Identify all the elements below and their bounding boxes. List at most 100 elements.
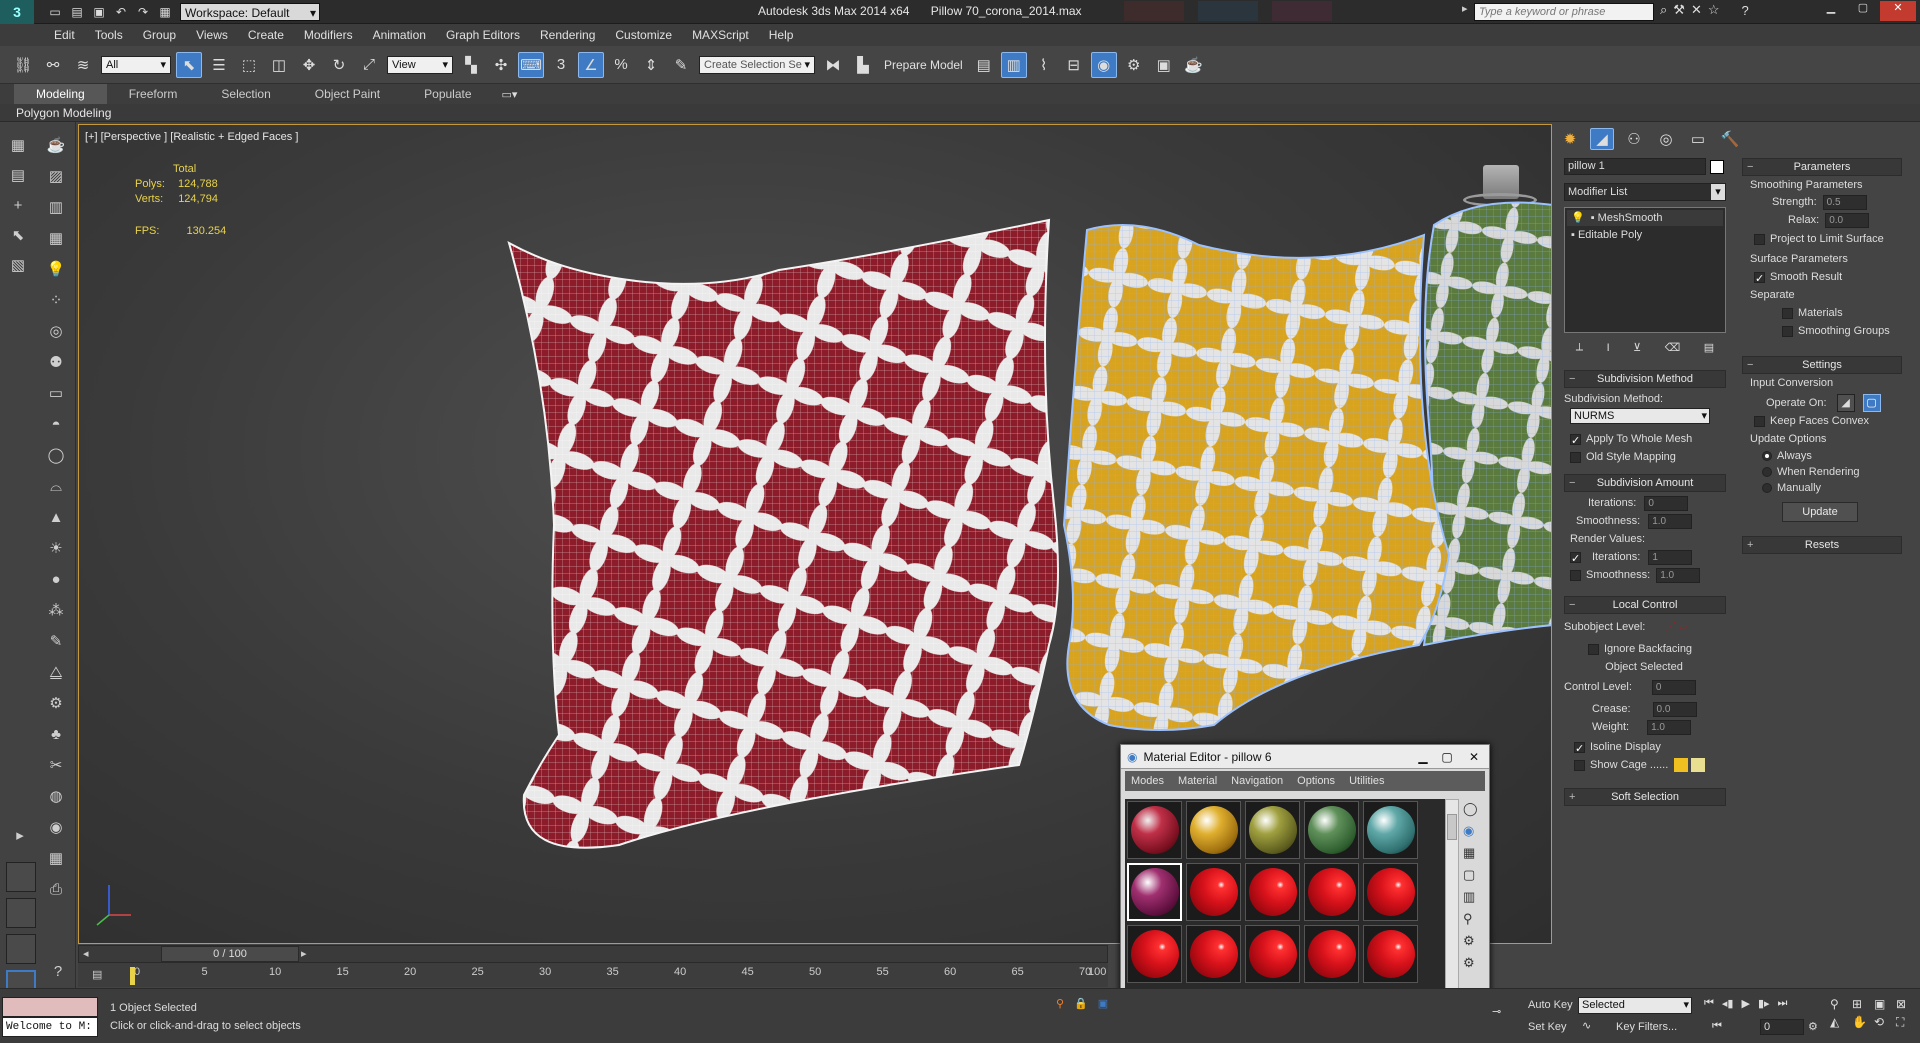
ring-icon[interactable]: ◯ [42, 442, 70, 468]
local-control-rollout[interactable]: − Local Control [1564, 596, 1726, 614]
redo-icon[interactable]: ↷ [134, 3, 152, 21]
viewport-layout-1-icon[interactable] [6, 862, 36, 892]
pin-stack-icon[interactable]: ⟂ [1576, 341, 1583, 354]
absolute-mode-icon[interactable]: ▣ [1098, 997, 1108, 1010]
select-filter-icon[interactable]: ⬉ [4, 222, 32, 248]
plant-icon[interactable]: ♣ [42, 721, 70, 747]
go-to-end-icon[interactable]: ⏭ [1778, 997, 1788, 1010]
time-slider-left-arrow-icon[interactable]: ◂ [83, 947, 89, 960]
select-by-material-icon[interactable]: ⚙ [1463, 955, 1478, 971]
percent-snap-icon[interactable]: % [608, 52, 634, 78]
select-object-icon[interactable]: ⬉ [176, 51, 202, 78]
key-mode-icon[interactable]: ⊸ [1492, 1005, 1501, 1018]
selection-filter-dropdown[interactable]: All ▾ [101, 55, 171, 74]
material-editor-titlebar[interactable]: ◉ Material Editor - pillow 6 ▁ ▢ ✕ [1121, 745, 1489, 769]
me-maximize-icon[interactable]: ▢ [1435, 750, 1459, 764]
field-of-view-icon[interactable]: ◭ [1830, 1015, 1850, 1030]
select-by-name-icon[interactable]: ☰ [206, 52, 232, 78]
print-icon[interactable]: ⎙ [42, 876, 70, 902]
rect-selection-icon[interactable]: ⬚ [236, 52, 262, 78]
box-icon[interactable]: ▭ [42, 380, 70, 406]
lightbulb-icon[interactable]: 💡 [42, 256, 70, 282]
me-close-icon[interactable]: ✕ [1459, 750, 1489, 764]
menu-help[interactable]: Help [759, 24, 804, 46]
render-smoothness-spinner[interactable]: 1.0 [1656, 568, 1701, 583]
cone-icon[interactable]: ▲ [42, 504, 70, 530]
menu-maxscript[interactable]: MAXScript [682, 24, 759, 46]
isoline-display-checkbox[interactable] [1574, 740, 1585, 758]
uv-tiling-icon[interactable]: ▢ [1463, 867, 1478, 883]
me-minimize-icon[interactable]: ▁ [1411, 750, 1435, 764]
time-slider[interactable]: ◂ 0 / 100 ▸ [78, 945, 1108, 963]
sample-slot-default-3[interactable] [1304, 863, 1359, 921]
track-bar[interactable]: ▤ 0 5 10 15 20 25 30 35 40 45 50 55 60 65 70 100 [78, 965, 1108, 987]
make-unique-icon[interactable]: ⊻ [1633, 341, 1641, 354]
utilities-tab-icon[interactable]: 🔨 [1718, 128, 1742, 150]
bind-spacewarp-icon[interactable]: ≋ [70, 52, 96, 78]
control-level-spinner[interactable]: 0 [1651, 680, 1696, 695]
sun-icon[interactable]: ☀ [42, 535, 70, 561]
current-frame-field[interactable]: 0 [1760, 1019, 1804, 1035]
menu-create[interactable]: Create [238, 24, 294, 46]
smoothness-spinner[interactable]: 1.0 [1648, 514, 1693, 529]
strength-spinner[interactable]: 0.5 [1822, 195, 1867, 210]
window-crossing-icon[interactable]: ◫ [266, 52, 292, 78]
menu-edit[interactable]: Edit [44, 24, 85, 46]
pan-icon[interactable]: ✋ [1852, 1015, 1872, 1030]
isolate-icon[interactable]: ⚲ [1056, 997, 1064, 1010]
shell-icon[interactable]: ◍ [42, 783, 70, 809]
schematic-view-icon[interactable]: ⊟ [1061, 52, 1087, 78]
orbit-icon[interactable]: ⟲ [1874, 1015, 1894, 1030]
menu-group[interactable]: Group [133, 24, 186, 46]
cage-color-2-swatch[interactable] [1691, 758, 1706, 773]
gear-icon[interactable]: ⚙ [42, 690, 70, 716]
keyboard-shortcut-icon[interactable]: ⌨ [518, 51, 544, 78]
me-menu-material[interactable]: Material [1172, 772, 1223, 790]
subdivision-method-dropdown[interactable]: NURMS ▾ [1570, 408, 1710, 424]
display-tab-icon[interactable]: ▭ [1686, 128, 1710, 150]
material-editor-icon[interactable]: ◉ [1090, 51, 1117, 78]
move-icon[interactable]: ✥ [296, 52, 322, 78]
tab-selection[interactable]: Selection [199, 84, 292, 104]
render-iterations-checkbox[interactable] [1570, 550, 1581, 568]
subscription-icon[interactable]: ⚒ [1673, 2, 1685, 18]
exchange-icon[interactable]: ✕ [1691, 2, 1702, 18]
menu-rendering[interactable]: Rendering [530, 24, 605, 46]
object-name-field[interactable]: pillow 1 [1564, 158, 1707, 175]
subobject-level-icons[interactable]: ⋰ ▱ [1665, 621, 1688, 633]
tab-modeling[interactable]: Modeling [14, 84, 107, 104]
show-end-result-icon[interactable]: Ι [1607, 342, 1610, 354]
time-slider-right-arrow-icon[interactable]: ▸ [301, 947, 307, 960]
maximize-viewport-icon[interactable]: ⛶ [1896, 1015, 1916, 1030]
sample-slot-default-6[interactable] [1186, 925, 1241, 983]
project-folder-icon[interactable]: ▦ [156, 3, 174, 21]
settings-rollout[interactable]: − Settings [1742, 356, 1902, 374]
grid-icon[interactable]: ▦ [42, 225, 70, 251]
motion-tab-icon[interactable]: ◎ [1654, 128, 1678, 150]
named-selection-dropdown[interactable]: Create Selection Se ▾ [699, 55, 815, 74]
zoom-extents-all-icon[interactable]: ⊠ [1896, 997, 1916, 1011]
operate-on-triangle-icon[interactable]: ◢ [1836, 394, 1855, 412]
me-menu-modes[interactable]: Modes [1125, 772, 1170, 790]
layer-manager-icon[interactable]: ▥ [1000, 51, 1027, 78]
viewport-layout-2-icon[interactable] [6, 898, 36, 928]
expand-arrow-icon[interactable]: ▸ [6, 822, 34, 848]
scene-explorer-icon[interactable]: ▤ [971, 52, 997, 78]
layers-icon[interactable]: ▤ [4, 162, 32, 188]
ref-coord-dropdown[interactable]: View ▾ [387, 55, 453, 74]
project-limit-checkbox[interactable] [1754, 233, 1765, 245]
soft-selection-rollout[interactable]: + Soft Selection [1564, 788, 1726, 806]
paint-icon[interactable]: ✎ [42, 628, 70, 654]
apply-whole-mesh-checkbox[interactable] [1570, 432, 1581, 450]
ignore-backfacing-checkbox[interactable] [1588, 643, 1599, 655]
sample-slot-pillow-magenta[interactable] [1127, 863, 1182, 921]
zoom-extents-icon[interactable]: ▣ [1874, 997, 1894, 1011]
sample-slot-default-2[interactable] [1245, 863, 1300, 921]
stack-item-meshsmooth[interactable]: 💡 ▪ MeshSmooth [1567, 210, 1723, 226]
old-style-mapping-checkbox[interactable] [1570, 451, 1581, 463]
next-frame-icon[interactable]: ▮▸ [1758, 997, 1770, 1010]
app-logo-icon[interactable]: 3 [0, 0, 34, 24]
create-plus-icon[interactable]: + [4, 192, 32, 218]
current-frame-marker[interactable] [130, 967, 135, 985]
me-menu-navigation[interactable]: Navigation [1225, 772, 1289, 790]
